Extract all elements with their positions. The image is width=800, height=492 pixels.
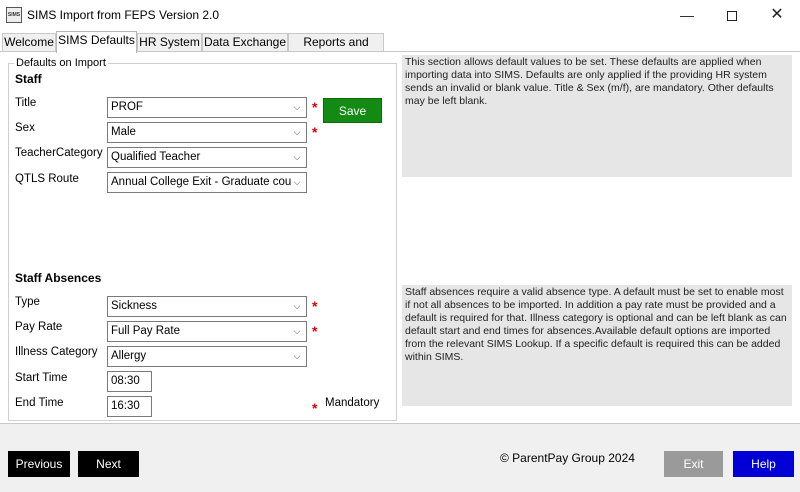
absences-defaults-info: Staff absences require a valid absence t… xyxy=(402,285,792,406)
pay-rate-value: Full Pay Rate xyxy=(111,325,181,337)
tab-strip: Welcome SIMS Defaults HR System Data Exc… xyxy=(0,31,800,66)
staff-heading: Staff xyxy=(15,72,42,86)
staff-absences-heading: Staff Absences xyxy=(15,271,102,285)
chevron-down-icon: ⌵ xyxy=(293,102,301,112)
chevron-down-icon: ⌵ xyxy=(293,177,301,187)
maximize-button[interactable] xyxy=(709,0,755,30)
end-time-label: End Time xyxy=(15,397,64,409)
title-value: PROF xyxy=(111,101,143,113)
sex-select[interactable]: Male ⌵ xyxy=(107,122,307,143)
chevron-down-icon: ⌵ xyxy=(293,351,301,361)
sex-label: Sex xyxy=(15,122,35,134)
close-button[interactable]: ✕ xyxy=(754,0,800,30)
pay-rate-select[interactable]: Full Pay Rate ⌵ xyxy=(107,321,307,342)
defaults-group-title: Defaults on Import xyxy=(14,57,108,69)
title-label: Title xyxy=(15,97,37,109)
minimize-button[interactable]: — xyxy=(664,0,710,30)
required-marker: * xyxy=(312,99,318,115)
qtls-route-label: QTLS Route xyxy=(15,173,79,185)
required-marker: * xyxy=(312,400,318,416)
tab-hr-system[interactable]: HR System xyxy=(137,33,202,52)
chevron-down-icon: ⌵ xyxy=(293,326,301,336)
tab-sims-defaults[interactable]: SIMS Defaults xyxy=(56,31,137,53)
chevron-down-icon: ⌵ xyxy=(293,152,301,162)
window-title: SIMS Import from FEPS Version 2.0 xyxy=(27,8,220,22)
maximize-icon xyxy=(727,11,737,22)
start-time-label: Start Time xyxy=(15,372,68,384)
start-time-input[interactable]: 08:30 xyxy=(107,371,152,392)
illness-category-label: Illness Category xyxy=(15,346,98,358)
pay-rate-label: Pay Rate xyxy=(15,321,63,333)
qtls-route-select[interactable]: Annual College Exit - Graduate course ⌵ xyxy=(107,172,307,193)
copyright-text: © ParentPay Group 2024 xyxy=(500,451,635,465)
qtls-route-value: Annual College Exit - Graduate course xyxy=(111,176,291,188)
previous-button[interactable]: Previous xyxy=(8,451,70,477)
absence-type-value: Sickness xyxy=(111,300,158,312)
title-select[interactable]: PROF ⌵ xyxy=(107,97,307,118)
required-marker: * xyxy=(312,323,318,339)
teacher-category-value: Qualified Teacher xyxy=(111,151,201,163)
help-button[interactable]: Help xyxy=(733,451,794,477)
next-button[interactable]: Next xyxy=(78,451,139,477)
teacher-category-label: TeacherCategory xyxy=(15,147,103,159)
absence-type-select[interactable]: Sickness ⌵ xyxy=(107,296,307,317)
end-time-input[interactable]: 16:30 xyxy=(107,396,152,417)
exit-button[interactable]: Exit xyxy=(664,451,723,477)
illness-category-value: Allergy xyxy=(111,350,147,362)
tab-reports-and-tools[interactable]: Reports and Tools xyxy=(288,33,384,66)
sex-value: Male xyxy=(111,126,136,138)
save-button[interactable]: Save xyxy=(323,98,382,123)
tab-welcome[interactable]: Welcome xyxy=(2,33,56,52)
illness-category-select[interactable]: Allergy ⌵ xyxy=(107,346,307,367)
chevron-down-icon: ⌵ xyxy=(293,301,301,311)
app-icon: SIMS xyxy=(6,7,22,23)
absence-type-label: Type xyxy=(15,296,40,308)
required-marker: * xyxy=(312,298,318,314)
required-marker: * xyxy=(312,124,318,140)
mandatory-label: Mandatory xyxy=(325,397,380,409)
staff-defaults-info: This section allows default values to be… xyxy=(402,55,792,177)
teacher-category-select[interactable]: Qualified Teacher ⌵ xyxy=(107,147,307,168)
tab-data-exchange[interactable]: Data Exchange xyxy=(202,33,288,52)
chevron-down-icon: ⌵ xyxy=(293,127,301,137)
